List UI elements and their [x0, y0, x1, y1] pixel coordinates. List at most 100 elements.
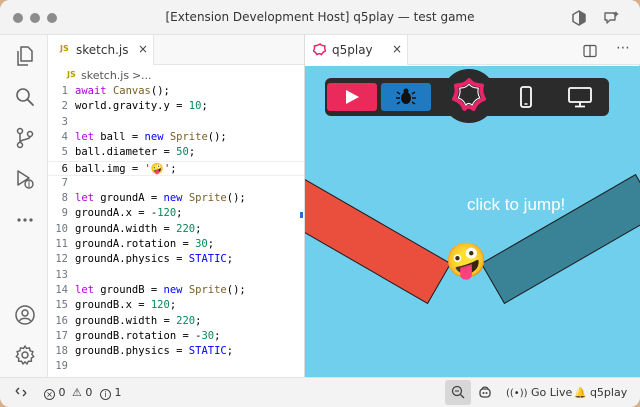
code-line[interactable]: 18 groundB.physics = STATIC; — [48, 344, 304, 359]
js-file-icon: JS — [60, 44, 69, 53]
info-count: 1 — [114, 386, 122, 399]
code-line[interactable]: 11 groundA.rotation = 30; — [48, 237, 304, 252]
errors-count: 0 — [58, 386, 66, 399]
code-line[interactable]: 8 let groundA = new Sprite(); — [48, 191, 304, 206]
more-actions-icon[interactable]: ⋯ — [616, 40, 630, 56]
broadcast-icon: ((•)) — [506, 388, 528, 399]
scrollbar-cursor-marker — [300, 212, 303, 218]
warning-icon: ⚠ — [72, 386, 82, 399]
bug-icon — [396, 88, 416, 105]
window-title: [Extension Development Host] q5play — te… — [165, 10, 475, 24]
code-line[interactable]: 3 — [48, 115, 304, 130]
mobile-view-button[interactable] — [501, 83, 551, 111]
click-to-jump-text: click to jump! — [467, 195, 566, 214]
js-file-icon: JS — [67, 70, 76, 79]
warnings-status[interactable]: ⚠ 0 — [72, 386, 92, 400]
more-views-icon[interactable] — [14, 209, 36, 231]
go-live-label: Go Live — [531, 386, 573, 399]
monitor-icon — [568, 87, 592, 108]
code-text: await Canvas(); — [75, 85, 170, 97]
q5play-star-icon — [312, 43, 327, 57]
run-debug-icon[interactable] — [14, 168, 36, 190]
search-icon[interactable] — [14, 86, 36, 108]
code-text: let ball = new Sprite(); — [75, 130, 227, 143]
game-canvas[interactable]: click to jump! 🤪 — [305, 66, 640, 377]
code-text: world.gravity.y = 10; — [75, 100, 208, 113]
q5play-star-icon — [452, 78, 486, 111]
breadcrumb-separator: > — [132, 69, 142, 82]
zoom-icon — [451, 385, 465, 399]
code-text: groundB.rotation = -30; — [75, 329, 221, 342]
code-text: groundB.x = 120; — [75, 299, 177, 312]
code-line[interactable]: 9 groundA.x = -120; — [48, 206, 304, 221]
code-line[interactable]: 19 — [48, 359, 304, 374]
code-line[interactable]: 14 let groundB = new Sprite(); — [48, 283, 304, 298]
tab-sketch-js[interactable]: JS sketch.js × — [48, 35, 154, 65]
breadcrumb-file[interactable]: sketch.js — [81, 69, 129, 82]
code-line-current[interactable]: 6 ball.img = '🤪'; — [48, 160, 304, 176]
warnings-count: 0 — [85, 386, 93, 399]
ground-a-sprite — [305, 173, 452, 305]
title-bar: [Extension Development Host] q5play — te… — [0, 0, 640, 35]
q5play-preview-panel: q5play × ⋯ click to jump! 🤪 — [304, 35, 640, 377]
code-text: groundA.x = -120; — [75, 207, 183, 220]
code-text: groundB.width = 220; — [75, 314, 202, 327]
ground-b-sprite — [480, 173, 640, 305]
phone-icon — [520, 86, 532, 108]
zoom-button[interactable] — [445, 380, 471, 405]
error-icon: × — [44, 389, 55, 400]
vscode-window: [Extension Development Host] q5play — te… — [0, 0, 640, 407]
debug-button[interactable] — [381, 83, 431, 111]
editor-group: JS sketch.js × JS sketch.js > ... 1 await… — [48, 35, 304, 377]
q5play-logo-button[interactable] — [442, 69, 496, 123]
code-text: ball.img = '🤪'; — [75, 162, 177, 175]
errors-status[interactable]: × 0 — [44, 386, 66, 400]
info-status[interactable]: i 1 — [100, 386, 122, 400]
go-live-button[interactable]: ((•)) Go Live — [506, 386, 572, 400]
code-line[interactable]: 2 world.gravity.y = 10; — [48, 99, 304, 114]
code-line[interactable]: 7 — [48, 176, 304, 191]
code-text: groundA.width = 220; — [75, 222, 202, 235]
settings-gear-icon[interactable] — [14, 344, 36, 366]
code-line[interactable]: 1 await Canvas(); — [48, 84, 304, 99]
bell-icon: 🔔 — [574, 388, 587, 399]
source-control-icon[interactable] — [14, 127, 36, 149]
desktop-view-button[interactable] — [555, 83, 605, 111]
info-icon: i — [100, 389, 111, 400]
code-text: ball.diameter = 50; — [75, 146, 196, 159]
tab-label: sketch.js — [76, 43, 129, 57]
code-text: groundA.rotation = 30; — [75, 238, 215, 250]
tab-label: q5play — [332, 43, 373, 57]
copilot-icon[interactable] — [571, 10, 587, 26]
code-text: groundA.physics = STATIC; — [75, 253, 234, 266]
split-editor-icon[interactable] — [583, 43, 597, 58]
close-tab-icon[interactable]: × — [138, 42, 148, 56]
close-tab-icon[interactable]: × — [392, 42, 402, 56]
remote-icon[interactable] — [14, 385, 28, 399]
play-button[interactable] — [327, 83, 377, 111]
code-text: groundB.physics = STATIC; — [75, 345, 234, 358]
activity-bar — [0, 35, 48, 377]
code-line[interactable]: 16 groundB.width = 220; — [48, 314, 304, 329]
ball-sprite: 🤪 — [445, 241, 488, 281]
preview-tab-bar: q5play × ⋯ — [305, 35, 640, 65]
explorer-icon[interactable] — [14, 45, 36, 67]
tab-q5play[interactable]: q5play × — [305, 35, 408, 65]
account-icon[interactable] — [14, 304, 36, 326]
code-text: let groundA = new Sprite(); — [75, 192, 246, 205]
code-line[interactable]: 4 let ball = new Sprite(); — [48, 130, 304, 145]
code-line[interactable]: 17 groundB.rotation = -30; — [48, 329, 304, 344]
code-line[interactable]: 13 — [48, 268, 304, 283]
editor-tab-bar: JS sketch.js × — [48, 35, 304, 65]
code-text: let groundB = new Sprite(); — [75, 283, 246, 296]
code-line[interactable]: 12 groundA.physics = STATIC; — [48, 252, 304, 267]
code-line[interactable]: 15 groundB.x = 120; — [48, 298, 304, 313]
breadcrumb-symbols[interactable]: ... — [141, 69, 152, 82]
code-line[interactable]: 10 groundA.width = 220; — [48, 222, 304, 237]
copilot-status-icon[interactable] — [478, 385, 492, 399]
status-bar: × 0 ⚠ 0 i 1 ((•)) Go Live 🔔 q5play — [0, 377, 640, 407]
breadcrumb: JS sketch.js > ... — [48, 65, 304, 85]
q5play-status-item[interactable]: 🔔 q5play — [574, 386, 627, 400]
chat-icon[interactable] — [603, 10, 619, 26]
code-line[interactable]: 5 ball.diameter = 50; — [48, 145, 304, 160]
